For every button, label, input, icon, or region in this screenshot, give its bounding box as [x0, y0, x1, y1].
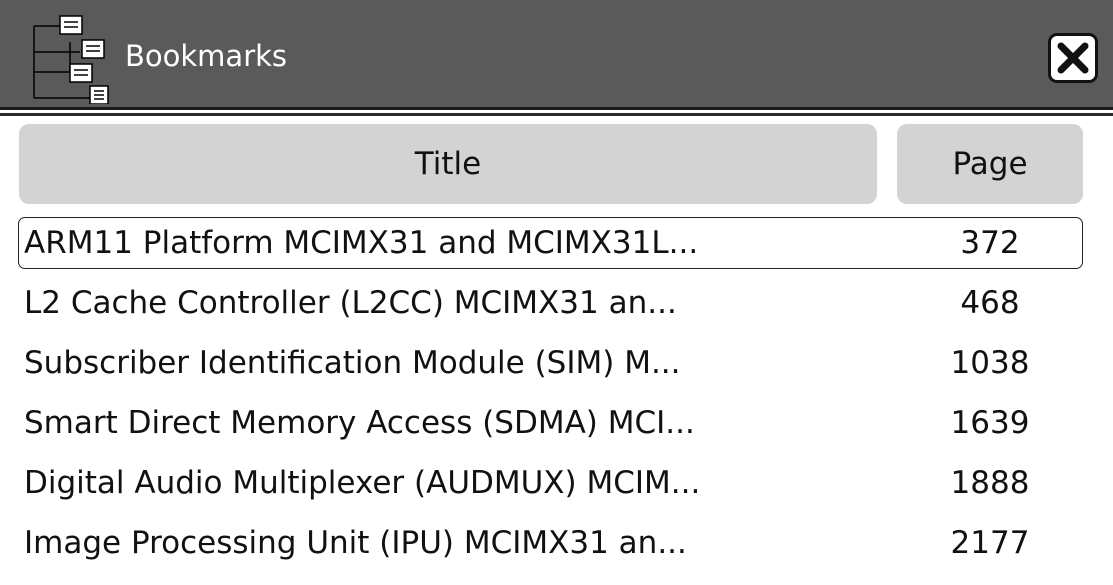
- bookmark-page: 468: [960, 285, 1020, 321]
- bookmark-row[interactable]: Digital Audio Multiplexer (AUDMUX) MCIM.…: [0, 453, 1113, 513]
- bookmark-title: L2 Cache Controller (L2CC) MCIMX31 an...: [24, 285, 677, 321]
- bookmark-page: 1038: [950, 345, 1030, 381]
- window-title: Bookmarks: [125, 39, 288, 73]
- bookmark-page: 2177: [950, 525, 1030, 561]
- bookmark-row[interactable]: Subscriber Identification Module (SIM) M…: [0, 333, 1113, 393]
- bookmark-title: Digital Audio Multiplexer (AUDMUX) MCIM.…: [24, 465, 701, 501]
- bookmark-page: 1639: [950, 405, 1030, 441]
- bookmark-list: ARM11 Platform MCIMX31 and MCIMX31L... 3…: [0, 213, 1113, 573]
- bookmark-title: Image Processing Unit (IPU) MCIMX31 an..…: [24, 525, 687, 561]
- bookmark-title: Subscriber Identification Module (SIM) M…: [24, 345, 681, 381]
- bookmark-page: 372: [960, 225, 1020, 261]
- close-icon: [1057, 42, 1089, 74]
- divider: [0, 113, 1113, 116]
- bookmark-row[interactable]: Image Processing Unit (IPU) MCIMX31 an..…: [0, 513, 1113, 573]
- bookmark-title: Smart Direct Memory Access (SDMA) MCI...: [24, 405, 695, 441]
- bookmark-tree-icon: [33, 15, 109, 104]
- bookmark-row[interactable]: ARM11 Platform MCIMX31 and MCIMX31L... 3…: [0, 213, 1113, 273]
- close-button[interactable]: [1048, 33, 1098, 83]
- bookmark-row[interactable]: L2 Cache Controller (L2CC) MCIMX31 an...…: [0, 273, 1113, 333]
- bookmark-row[interactable]: Smart Direct Memory Access (SDMA) MCI...…: [0, 393, 1113, 453]
- title-bar: Bookmarks: [0, 0, 1113, 110]
- bookmark-page: 1888: [950, 465, 1030, 501]
- column-header-page[interactable]: Page: [897, 124, 1083, 204]
- column-header-title[interactable]: Title: [19, 124, 877, 204]
- bookmark-title: ARM11 Platform MCIMX31 and MCIMX31L...: [24, 225, 699, 261]
